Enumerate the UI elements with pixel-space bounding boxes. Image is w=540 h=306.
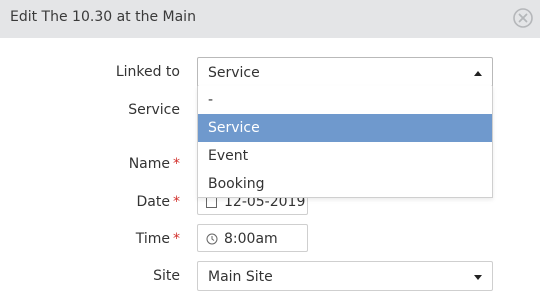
- linked-to-dropdown: - Service Event Booking: [197, 86, 493, 198]
- chevron-up-icon: [474, 71, 482, 76]
- option-event[interactable]: Event: [198, 142, 492, 170]
- site-select[interactable]: Main Site: [197, 261, 493, 291]
- required-mark: *: [173, 156, 180, 172]
- required-mark: *: [173, 194, 180, 210]
- service-label: Service: [128, 102, 180, 118]
- name-label: Name *: [128, 156, 180, 172]
- site-label: Site: [153, 268, 180, 284]
- clock-icon: [206, 233, 218, 249]
- option-service[interactable]: Service: [198, 114, 492, 142]
- linked-to-label: Linked to: [115, 64, 180, 80]
- required-mark: *: [173, 231, 180, 247]
- close-icon[interactable]: [512, 7, 534, 29]
- dialog-title: Edit The 10.30 at the Main: [10, 9, 196, 25]
- time-input[interactable]: 8:00am: [197, 224, 308, 252]
- chevron-down-icon: [474, 275, 482, 280]
- linked-to-select[interactable]: Service: [197, 57, 493, 87]
- date-label: Date *: [136, 194, 180, 210]
- time-value: 8:00am: [224, 231, 278, 247]
- linked-to-value: Service: [208, 65, 260, 81]
- dialog-header: Edit The 10.30 at the Main: [0, 0, 540, 38]
- time-label: Time *: [135, 231, 180, 247]
- site-value: Main Site: [208, 269, 273, 285]
- option-booking[interactable]: Booking: [198, 170, 492, 198]
- option-none[interactable]: -: [198, 86, 492, 114]
- calendar-icon: [206, 196, 217, 212]
